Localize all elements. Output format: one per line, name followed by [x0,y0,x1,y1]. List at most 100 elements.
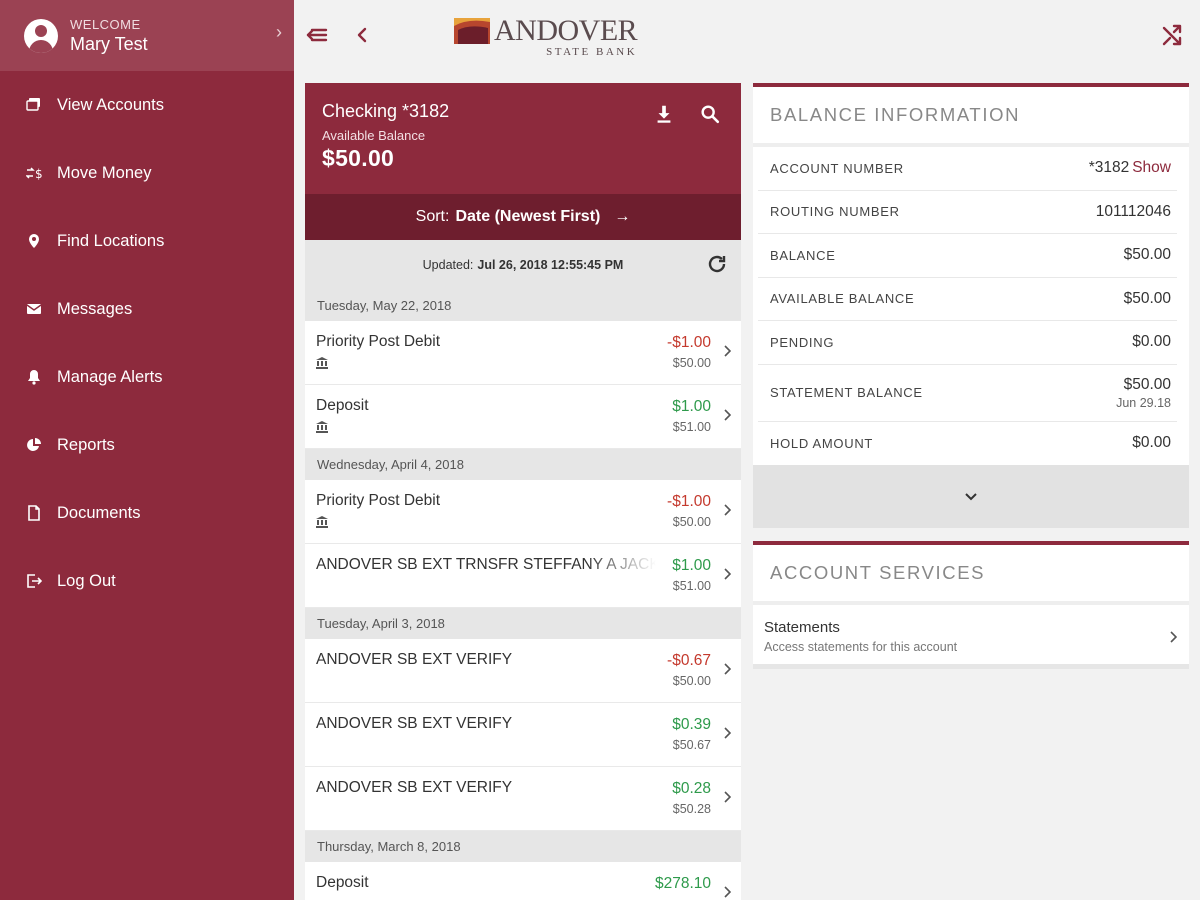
transaction-description: ANDOVER SB EXT VERIFY [316,715,513,732]
sidebar-item-label: Documents [57,503,141,522]
bank-name: ANDOVER [494,14,638,47]
account-services-title: ACCOUNT SERVICES [753,545,1189,605]
chevron-right-icon [723,344,732,357]
accounts-icon [24,97,44,113]
running-balance: $50.67 [672,738,711,752]
running-balance: $51.00 [672,579,711,593]
balance-row-hold-amount: HOLD AMOUNT $0.00 [758,422,1177,466]
bank-subtitle: STATE BANK [546,46,638,58]
account-services-card: ACCOUNT SERVICES Statements Access statem… [753,541,1189,669]
updated-bar: Updated: Jul 26, 2018 12:55:45 PM [305,240,741,290]
balance-value: $0.00 [1132,434,1171,452]
sidebar-item-label: View Accounts [57,95,165,114]
balance-information-title: BALANCE INFORMATION [753,87,1189,147]
download-icon[interactable] [651,101,677,127]
transaction-amount: -$0.67 [667,652,711,669]
transaction-row[interactable]: Priority Post Debit -$1.00 $50.00 [305,480,741,544]
transaction-description: ANDOVER SB EXT VERIFY [316,651,513,668]
chevron-right-icon [723,726,732,739]
balance-row-statement-balance: STATEMENT BALANCE $50.00 Jun 29.18 [758,365,1177,422]
balance-row-available-balance: AVAILABLE BALANCE $50.00 [758,278,1177,321]
transaction-row[interactable]: ANDOVER SB EXT VERIFY $0.39 $50.67 [305,703,741,767]
logo-mark-icon [454,16,490,46]
transaction-row[interactable]: ANDOVER SB EXT TRNSFR STEFFANY A JACK $1.… [305,544,741,608]
service-title: Statements [764,619,840,636]
shuffle-icon[interactable] [1158,20,1188,50]
sidebar-item-reports[interactable]: Reports [0,411,294,479]
svg-text:$: $ [35,167,42,181]
sort-button[interactable]: Sort: Date (Newest First) → [305,194,741,240]
sort-label: Sort: [415,208,450,225]
sidebar-item-label: Reports [57,435,115,454]
account-services-list: Statements Access statements for this acc… [753,605,1189,669]
transaction-row[interactable]: Deposit $1.00 $51.00 [305,385,741,449]
sidebar-item-documents[interactable]: Documents [0,479,294,547]
running-balance: $51.00 [672,420,711,434]
welcome-user-button[interactable]: WELCOME Mary Test › [0,0,294,71]
transaction-amount: -$1.00 [667,334,711,351]
balance-row-account-number: ACCOUNT NUMBER *3182 Show [758,147,1177,191]
balance-subvalue: Jun 29.18 [1116,395,1171,410]
sidebar-item-label: Log Out [57,571,116,590]
top-bar: ANDOVER STATE BANK [294,0,1200,70]
transaction-amount: $0.39 [672,716,711,733]
expand-balance-button[interactable] [753,465,1189,528]
chevron-right-icon [723,885,732,898]
transaction-row[interactable]: Deposit $278.10 [305,862,741,900]
transaction-row[interactable]: Priority Post Debit -$1.00 $50.00 [305,321,741,385]
transaction-amount: $278.10 [654,875,711,892]
show-account-number-link[interactable]: Show [1132,159,1171,176]
available-balance-label: Available Balance [322,128,426,143]
balance-row-pending: PENDING $0.00 [758,321,1177,365]
chevron-right-icon [723,567,732,580]
balance-key: BALANCE [770,247,836,263]
balance-list: ACCOUNT NUMBER *3182 Show ROUTING NUMBER 101… [753,147,1189,465]
running-balance: $50.28 [672,802,711,816]
balance-key: ROUTING NUMBER [770,204,900,220]
user-name: Mary Test [70,33,148,54]
balance-key: HOLD AMOUNT [770,435,874,451]
transaction-amount: $1.00 [672,398,711,415]
back-chevron-icon[interactable] [348,20,378,50]
bank-icon [316,515,328,528]
chevron-down-icon [965,492,977,500]
sidebar-item-log-out[interactable]: Log Out [0,547,294,615]
sidebar-item-move-money[interactable]: $ Move Money [0,139,294,207]
balance-value: 101112046 [1095,202,1171,220]
transaction-row[interactable]: ANDOVER SB EXT VERIFY $0.28 $50.28 [305,767,741,831]
refresh-icon[interactable] [705,252,729,276]
balance-value: $0.00 [1132,333,1171,351]
balance-information-card: BALANCE INFORMATION ACCOUNT NUMBER *3182 S… [753,83,1189,465]
chevron-right-icon [723,503,732,516]
sidebar-item-messages[interactable]: Messages [0,275,294,343]
updated-value: Jul 26, 2018 12:55:45 PM [477,258,624,272]
transaction-list: Tuesday, May 22, 2018 Priority Post Debit… [305,290,741,900]
account-header: Checking *3182 Available Balance $50.00 [305,83,741,194]
bank-logo: ANDOVER STATE BANK [454,14,638,58]
transaction-description: Priority Post Debit [316,333,441,350]
running-balance: $50.00 [672,515,711,529]
bank-icon [316,356,328,369]
transaction-date-header: Thursday, March 8, 2018 [305,831,741,862]
chevron-right-icon [723,408,732,421]
sidebar-item-manage-alerts[interactable]: Manage Alerts [0,343,294,411]
welcome-label: WELCOME [70,16,141,32]
running-balance: $50.00 [672,674,711,688]
collapse-menu-icon[interactable] [302,20,332,50]
sidebar: WELCOME Mary Test › View Accounts $ Move M… [0,0,294,900]
document-icon [24,505,44,521]
transaction-row[interactable]: ANDOVER SB EXT VERIFY -$0.67 $50.00 [305,639,741,703]
sidebar-item-find-locations[interactable]: Find Locations [0,207,294,275]
transaction-amount: $1.00 [672,557,711,574]
balance-row-routing-number: ROUTING NUMBER 101112046 [758,191,1177,234]
search-icon[interactable] [697,101,723,127]
service-item-statements[interactable]: Statements Access statements for this acc… [753,605,1189,669]
running-balance: $50.00 [672,356,711,370]
sidebar-nav: View Accounts $ Move Money Find Locations Me… [0,71,294,615]
transaction-description: Deposit [316,397,369,414]
account-panel: Checking *3182 Available Balance $50.00 … [305,83,741,900]
pie-chart-icon [24,437,44,453]
balance-key: AVAILABLE BALANCE [770,291,915,307]
sidebar-item-view-accounts[interactable]: View Accounts [0,71,294,139]
envelope-icon [24,301,44,317]
